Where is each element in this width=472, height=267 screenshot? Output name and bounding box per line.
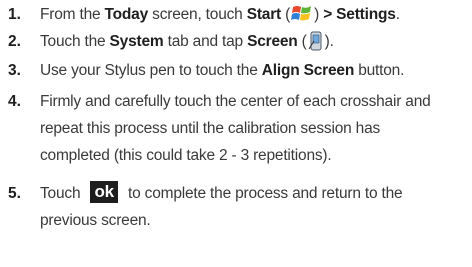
step-number: 4. xyxy=(8,93,21,110)
system-label: System xyxy=(109,33,164,50)
start-label: Start xyxy=(246,6,282,23)
today-label: Today xyxy=(104,6,149,23)
step-line: completed (this could take 2 - 3 repetit… xyxy=(40,147,332,164)
device-screen-icon xyxy=(308,31,324,51)
windows-start-icon xyxy=(291,3,313,23)
step-line: repeat this process until the calibratio… xyxy=(40,120,381,137)
step-number: 5. xyxy=(8,185,21,202)
instruction-list: 1. From the Today screen, touch Start ( … xyxy=(0,0,472,267)
ok-button-graphic: ok xyxy=(90,181,118,203)
step-line: previous screen. xyxy=(40,212,151,229)
step-text: Touch the System tab and tap Screen ( ). xyxy=(40,31,334,51)
step-text: Touch ok to complete the process and ret… xyxy=(40,181,403,229)
screen-label: Screen xyxy=(247,33,298,50)
step-text: From the Today screen, touch Start ( ) >… xyxy=(40,1,470,28)
step-number: 3. xyxy=(8,62,21,79)
step-line: Firmly and carefully touch the center of… xyxy=(40,93,431,110)
align-screen-label: Align Screen xyxy=(261,62,355,79)
settings-label: > Settings xyxy=(323,6,396,23)
step-number: 1. xyxy=(8,6,21,23)
step-text: Use your Stylus pen to touch the Align S… xyxy=(40,62,405,79)
step-text: Firmly and carefully touch the center of… xyxy=(40,88,470,169)
step-number: 2. xyxy=(8,33,21,50)
